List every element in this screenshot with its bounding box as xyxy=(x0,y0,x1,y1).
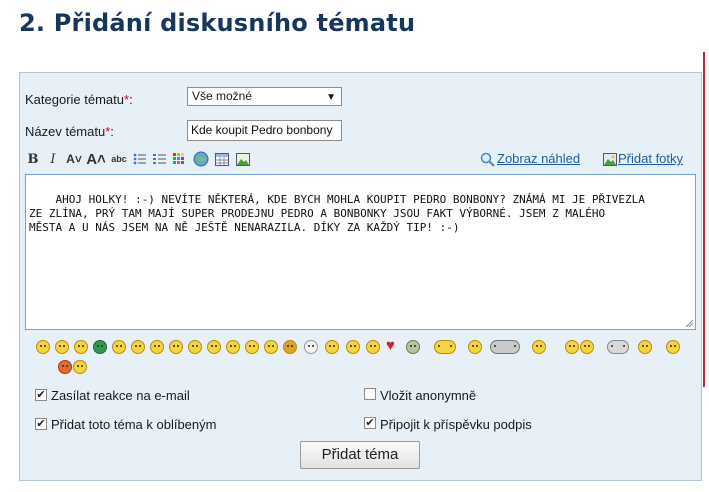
numbered-list-icon[interactable] xyxy=(152,150,166,168)
emoticon-icon[interactable] xyxy=(304,340,318,354)
magnifier-icon xyxy=(479,150,495,168)
signature-checkbox[interactable]: ✔ xyxy=(364,417,376,429)
category-select-value: Vše možné xyxy=(192,89,253,103)
emoticon-icon[interactable] xyxy=(580,340,594,354)
emoticon-icon[interactable] xyxy=(112,340,126,354)
emoticon-icon[interactable] xyxy=(226,340,240,354)
preview-link[interactable]: Zobraz náhled xyxy=(497,151,580,166)
add-topic-button[interactable]: Přidat téma xyxy=(300,441,420,469)
add-photo-link[interactable]: Přidat fotky xyxy=(618,151,683,166)
emoticon-icon[interactable] xyxy=(565,340,579,354)
emoticon-icon[interactable] xyxy=(490,340,520,354)
category-label: Kategorie tématu*: xyxy=(25,92,133,107)
anonymous-checkbox[interactable] xyxy=(364,388,376,400)
anonymous-label: Vložit anonymně xyxy=(380,388,477,403)
bullet-list-icon[interactable] xyxy=(132,150,146,168)
page-title: 2. Přidání diskusního tématu xyxy=(19,9,416,37)
emoticon-icon[interactable] xyxy=(283,340,297,354)
signature-label: Připojit k příspěvku podpis xyxy=(380,417,532,432)
emoticon-icon[interactable] xyxy=(325,340,339,354)
emoticon-icon[interactable] xyxy=(406,340,420,354)
emoticon-icon[interactable] xyxy=(169,340,183,354)
color-palette-icon[interactable] xyxy=(172,150,186,168)
emoticon-icon[interactable] xyxy=(36,340,50,354)
emoticon-icon[interactable] xyxy=(74,340,88,354)
side-accent-line xyxy=(703,52,705,387)
email-notify-label: Zasílat reakce na e-mail xyxy=(51,388,190,403)
favorite-checkbox[interactable]: ✔ xyxy=(35,418,47,430)
topic-label: Název tématu*: xyxy=(25,124,114,139)
insert-table-icon[interactable] xyxy=(214,150,230,168)
insert-image-icon[interactable] xyxy=(235,150,251,168)
insert-link-icon[interactable] xyxy=(192,150,209,168)
emoticon-icon[interactable] xyxy=(532,340,546,354)
emoticon-icon[interactable] xyxy=(55,340,69,354)
emoticon-icon[interactable] xyxy=(188,340,202,354)
italic-button[interactable]: I xyxy=(47,150,59,168)
favorite-label: Přidat toto téma k oblíbeným xyxy=(51,417,217,432)
resize-handle-icon[interactable] xyxy=(685,319,693,327)
new-topic-form: Kategorie tématu*: Vše možné ▼ Název tém… xyxy=(19,72,702,481)
message-text: AHOJ HOLKY! :-) NEVÍTE NĚKTERÁ, KDE BYCH… xyxy=(29,193,645,234)
emoticon-icon[interactable] xyxy=(607,340,629,354)
small-caps-button[interactable]: abc xyxy=(109,150,129,168)
emoticon-icon[interactable] xyxy=(150,340,164,354)
emoticon-icon[interactable] xyxy=(638,340,652,354)
emoticon-icon[interactable] xyxy=(346,340,360,354)
emoticon-icon[interactable] xyxy=(73,360,87,374)
topic-input[interactable]: Kde koupit Pedro bonbony xyxy=(187,120,342,141)
emoticon-icon[interactable] xyxy=(666,340,680,354)
emoticon-icon[interactable] xyxy=(131,340,145,354)
font-smaller-button[interactable]: A˅ xyxy=(66,150,82,168)
emoticon-icon[interactable] xyxy=(264,340,278,354)
emoticon-icon[interactable] xyxy=(468,340,482,354)
emoticon-icon[interactable] xyxy=(245,340,259,354)
emoticon-icon[interactable] xyxy=(434,340,456,354)
chevron-down-icon: ▼ xyxy=(326,92,336,103)
emoticon-icon[interactable] xyxy=(366,340,380,354)
emoticon-icon[interactable] xyxy=(93,340,107,354)
font-larger-button[interactable]: A˄ xyxy=(86,150,106,168)
photo-icon xyxy=(602,150,617,168)
emoticon-icon[interactable] xyxy=(207,340,221,354)
message-textarea[interactable]: AHOJ HOLKY! :-) NEVÍTE NĚKTERÁ, KDE BYCH… xyxy=(25,174,696,330)
email-notify-checkbox[interactable]: ✔ xyxy=(35,389,47,401)
heart-icon[interactable]: ♥ xyxy=(386,337,395,354)
emoticon-icon[interactable] xyxy=(58,360,72,374)
category-select[interactable]: Vše možné ▼ xyxy=(187,87,342,106)
bold-button[interactable]: B xyxy=(26,150,40,168)
